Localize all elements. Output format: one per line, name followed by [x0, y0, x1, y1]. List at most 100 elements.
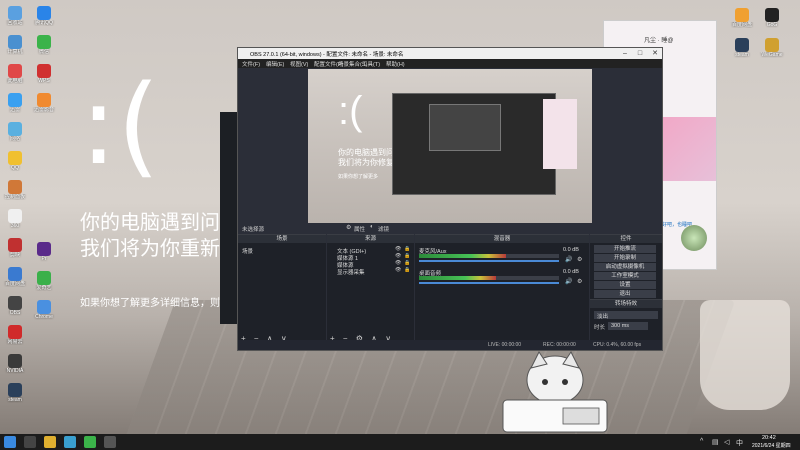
right-icon-2[interactable]: GoG: [758, 8, 786, 28]
scenes-dock: 场景 场景 + − ∧ ∨: [238, 234, 326, 345]
left-icon-12[interactable]: NVIDIA: [1, 354, 29, 374]
desktop-icon-label: 控制面板: [4, 194, 25, 200]
gear-icon[interactable]: ⚙: [346, 224, 351, 231]
left-icon-10[interactable]: OBS: [1, 296, 29, 316]
right-icon-0[interactable]: 百度网盘: [728, 8, 756, 28]
network-icon[interactable]: ▤: [712, 438, 719, 446]
transition-select[interactable]: 淡出: [594, 311, 658, 320]
left-icon-5[interactable]: QQ: [1, 151, 29, 171]
left-icon-8[interactable]: 剪映: [1, 238, 29, 258]
windows-start-icon[interactable]: [4, 436, 16, 448]
desktop-icon-label: 网络: [9, 136, 20, 142]
clock-date[interactable]: 2021/6/24 星期四: [752, 442, 791, 449]
filter-icon[interactable]: ◐: [370, 224, 374, 230]
volume-slider[interactable]: [419, 282, 559, 284]
col2-icon-0[interactable]: 腾讯QQ: [30, 6, 58, 26]
obs-preview[interactable]: :( 你的电脑遇到问 我们将为你修复 如果你想了解更多: [308, 69, 592, 232]
explorer-icon[interactable]: [44, 436, 56, 448]
duration-field[interactable]: 300 ms: [608, 322, 648, 330]
volume-slider[interactable]: [419, 260, 559, 262]
properties-button[interactable]: 属性: [354, 225, 365, 233]
control-button-2[interactable]: 启动虚拟摄像机: [594, 263, 656, 271]
ime-icon[interactable]: 中: [736, 438, 743, 448]
obs-titlebar[interactable]: OBS 27.0.1 (64-bit, windows) - 配置文件: 未命名…: [238, 48, 662, 59]
left-icon-3[interactable]: 迅雷: [1, 93, 29, 113]
chevron-up-icon[interactable]: ^: [700, 438, 703, 445]
lock-icon[interactable]: 🔒: [404, 246, 410, 252]
control-button-1[interactable]: 开始录制: [594, 254, 656, 262]
right-icon-1[interactable]: steam: [728, 38, 756, 58]
menu-item-5[interactable]: 工具(T): [362, 60, 380, 68]
left-icon-1[interactable]: 计算机: [1, 35, 29, 55]
eye-icon[interactable]: 👁: [395, 267, 401, 273]
source-item[interactable]: 显示器采集: [337, 268, 365, 276]
menu-item-2[interactable]: 视图(V): [290, 60, 308, 68]
app-icon: [37, 6, 51, 20]
left-icon-11[interactable]: 网易云: [1, 325, 29, 345]
chat-image[interactable]: [656, 117, 716, 181]
col2-icon-6[interactable]: Chrome: [30, 300, 58, 320]
control-button-0[interactable]: 开始推流: [594, 245, 656, 253]
left-icon-0[interactable]: 回收站: [1, 6, 29, 26]
close-icon[interactable]: ✕: [648, 49, 662, 58]
left-icon-9[interactable]: 百度网盘: [1, 267, 29, 287]
menu-item-1[interactable]: 编辑(E): [266, 60, 284, 68]
transition-type: 淡出: [597, 314, 609, 320]
clock-time[interactable]: 20:42: [762, 435, 776, 441]
lock-icon[interactable]: 🔒: [404, 267, 410, 273]
desktop-icon-label: 网易云: [7, 339, 23, 345]
app-icon: [8, 122, 22, 136]
edge-icon[interactable]: [64, 436, 76, 448]
app-icon: [37, 300, 51, 314]
left-icon-7[interactable]: 360: [1, 209, 29, 229]
col2-icon-5[interactable]: 爱奇艺: [30, 271, 58, 291]
avatar[interactable]: [681, 225, 707, 251]
mascot-image: [502, 351, 608, 433]
desktop-icon-label: 回收站: [7, 20, 23, 26]
scene-item[interactable]: 场景: [242, 247, 253, 255]
speaker-icon[interactable]: 🔊: [565, 278, 572, 285]
volume-icon[interactable]: ◁: [724, 438, 729, 446]
scenes-header: 场景: [238, 235, 326, 243]
eye-icon[interactable]: 👁: [395, 253, 401, 259]
control-button-4[interactable]: 设置: [594, 281, 656, 289]
menu-item-0[interactable]: 文件(F): [242, 60, 260, 68]
right-icon-3[interactable]: WeGame: [758, 38, 786, 58]
speaker-icon[interactable]: 🔊: [565, 256, 572, 263]
lock-icon[interactable]: 🔒: [404, 253, 410, 259]
left-icon-6[interactable]: 控制面板: [1, 180, 29, 200]
desktop-icon-label: 爱奇艺: [36, 285, 52, 291]
volume-meter: [419, 254, 506, 258]
left-icon-13[interactable]: steam: [1, 383, 29, 403]
bsod-more-info: 如果你想了解更多详细信息，则: [80, 298, 220, 309]
desktop-icon-label: 微信: [38, 49, 49, 55]
preview-obs-window: [392, 93, 556, 195]
desktop-icon-label: 剪映: [9, 252, 20, 258]
obs-menubar: 文件(F) 编辑(E) 视图(V) 配置文件(P) 场景集合(S) 工具(T) 帮助(H): [238, 59, 662, 68]
duration-label: 时长: [594, 325, 606, 331]
app-icon: [8, 151, 22, 165]
col2-icon-3[interactable]: 迅雷影音: [30, 93, 58, 113]
gear-icon[interactable]: ⚙: [577, 278, 582, 285]
gear-icon[interactable]: ⚙: [577, 256, 582, 263]
app-icon: [8, 383, 22, 397]
minimize-icon[interactable]: –: [618, 49, 632, 58]
maximize-icon[interactable]: □: [633, 49, 647, 58]
filters-button[interactable]: 滤镜: [378, 225, 389, 233]
eye-icon[interactable]: 👁: [395, 246, 401, 252]
controls-header: 控件: [590, 235, 662, 243]
eye-icon[interactable]: 👁: [395, 260, 401, 266]
left-icon-4[interactable]: 网络: [1, 122, 29, 142]
lock-icon[interactable]: 🔒: [404, 260, 410, 266]
wechat-icon[interactable]: [84, 436, 96, 448]
menu-item-6[interactable]: 帮助(H): [386, 60, 405, 68]
left-icon-2[interactable]: 此电脑: [1, 64, 29, 84]
search-icon[interactable]: [24, 436, 36, 448]
col2-icon-1[interactable]: 微信: [30, 35, 58, 55]
obs-icon[interactable]: [104, 436, 116, 448]
control-button-3[interactable]: 工作室模式: [594, 272, 656, 280]
col2-icon-2[interactable]: WPS: [30, 64, 58, 84]
col2-icon-4[interactable]: Pr: [30, 242, 58, 262]
obs-window[interactable]: OBS 27.0.1 (64-bit, windows) - 配置文件: 未命名…: [237, 47, 663, 351]
control-button-5[interactable]: 退出: [594, 290, 656, 298]
